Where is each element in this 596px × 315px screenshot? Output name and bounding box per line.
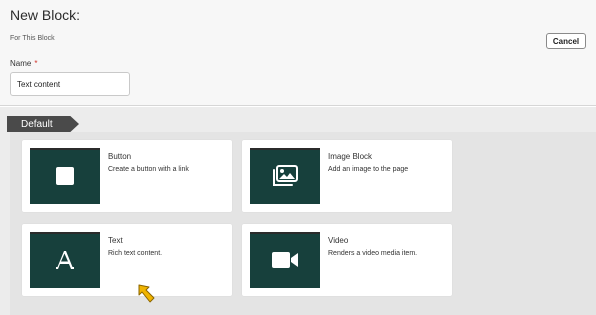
block-description: Renders a video media item. bbox=[328, 250, 418, 257]
block-thumbnail bbox=[250, 148, 320, 204]
block-title: Image Block bbox=[328, 152, 373, 161]
block-thumbnail bbox=[30, 232, 100, 288]
images-icon bbox=[273, 165, 298, 186]
block-card-button[interactable]: Button Create a button with a link bbox=[22, 140, 232, 212]
block-description: Add an image to the page bbox=[328, 166, 409, 173]
cancel-button[interactable]: Cancel bbox=[546, 33, 586, 49]
block-thumbnail bbox=[30, 148, 100, 204]
block-thumbnail bbox=[250, 232, 320, 288]
name-field-label: Name * bbox=[10, 59, 37, 68]
block-description: Rich text content. bbox=[108, 250, 163, 257]
dialog-title: New Block: bbox=[10, 7, 81, 23]
block-title: Text bbox=[108, 236, 123, 245]
video-camera-icon bbox=[272, 252, 298, 268]
name-label-text: Name bbox=[10, 59, 32, 68]
block-title: Video bbox=[328, 236, 349, 245]
dialog-subtitle: For This Block bbox=[10, 35, 55, 42]
name-input[interactable] bbox=[10, 72, 130, 96]
block-card-video[interactable]: Video Renders a video media item. bbox=[242, 224, 452, 296]
required-asterisk: * bbox=[34, 59, 38, 68]
block-description: Create a button with a link bbox=[108, 166, 189, 173]
block-card-text[interactable]: Text Rich text content. bbox=[22, 224, 232, 296]
letter-a-icon bbox=[56, 251, 74, 269]
block-card-image[interactable]: Image Block Add an image to the page bbox=[242, 140, 452, 212]
square-icon bbox=[56, 167, 74, 185]
block-picker: Default Button Create a button with a li… bbox=[0, 107, 596, 315]
block-title: Button bbox=[108, 152, 132, 161]
section-tab-default: Default bbox=[7, 116, 79, 132]
pointer-cursor-icon bbox=[138, 284, 155, 303]
dialog-header: New Block: For This Block Cancel Name * bbox=[0, 0, 596, 106]
block-grid: Button Create a button with a link Image… bbox=[10, 132, 596, 315]
